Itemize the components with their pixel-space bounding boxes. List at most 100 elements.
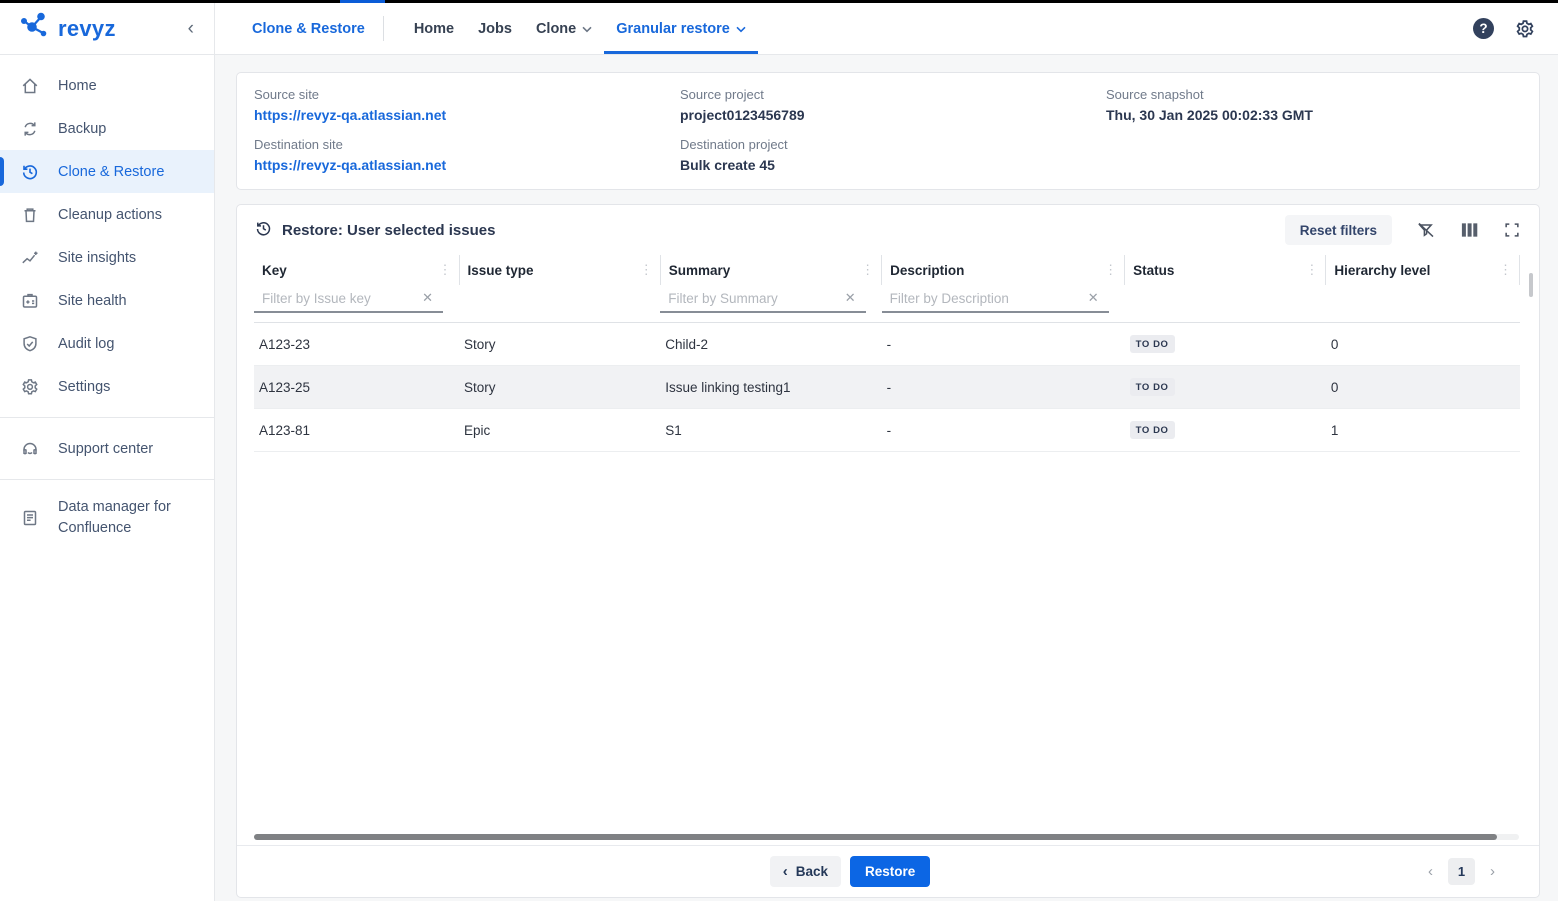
- help-icon[interactable]: ?: [1473, 18, 1494, 39]
- page-number[interactable]: 1: [1448, 858, 1475, 885]
- column-header-hierarchy-level: Hierarchy level ⋮: [1326, 255, 1520, 285]
- source-project-value: project0123456789: [680, 107, 1089, 123]
- description-filter-cell: ✕: [882, 285, 1125, 323]
- sidebar-item-cleanup-actions[interactable]: Cleanup actions: [0, 193, 214, 236]
- column-label: Issue type: [468, 263, 534, 278]
- header-actions: ?: [1473, 3, 1536, 54]
- browser-top-strip: [0, 0, 1558, 3]
- summary-filter: ✕: [660, 287, 865, 313]
- destination-site-link[interactable]: https://revyz-qa.atlassian.net: [254, 157, 663, 173]
- cell-hierarchy-level: 0: [1326, 323, 1520, 366]
- restore-button[interactable]: Restore: [850, 856, 930, 887]
- columns-icon[interactable]: [1460, 221, 1479, 239]
- cell-issue-type: Story: [459, 323, 660, 366]
- clear-filter-icon[interactable]: ✕: [1088, 290, 1099, 306]
- tab-bar: Home Jobs Clone Granular restore: [402, 3, 758, 54]
- cell-hierarchy-level: 0: [1326, 366, 1520, 409]
- sidebar-item-home[interactable]: Home: [0, 64, 214, 107]
- tab-granular-restore[interactable]: Granular restore: [604, 3, 758, 54]
- destination-project-value: Bulk create 45: [680, 157, 1089, 173]
- tab-clone[interactable]: Clone: [524, 3, 604, 54]
- column-menu-icon[interactable]: ⋮: [439, 262, 452, 278]
- sidebar-item-settings[interactable]: Settings: [0, 365, 214, 408]
- horizontal-scrollbar-thumb[interactable]: [254, 834, 1497, 840]
- chevron-down-icon: [582, 26, 592, 33]
- tab-home[interactable]: Home: [402, 3, 466, 54]
- table-card-footer: ‹ Back Restore ‹ 1 ›: [237, 845, 1539, 897]
- revyz-logo[interactable]: revyz: [17, 10, 116, 47]
- column-menu-icon[interactable]: ⋮: [1305, 262, 1318, 278]
- source-site-field: Source site https://revyz-qa.atlassian.n…: [254, 87, 663, 123]
- logo-text: revyz: [58, 16, 116, 42]
- summary-filter-input[interactable]: [668, 291, 839, 306]
- summary-filter-cell: ✕: [660, 285, 881, 323]
- sidebar-divider: [0, 479, 214, 480]
- sidebar-item-site-health[interactable]: Site health: [0, 279, 214, 322]
- reset-filters-button[interactable]: Reset filters: [1285, 215, 1392, 245]
- chevron-down-icon: [736, 26, 746, 33]
- sidebar-divider: [0, 417, 214, 418]
- table-row: A123-25 Story Issue linking testing1 - T…: [254, 366, 1520, 409]
- back-button[interactable]: ‹ Back: [770, 856, 841, 887]
- description-filter-input[interactable]: [890, 291, 1082, 306]
- column-menu-icon[interactable]: ⋮: [1499, 262, 1512, 278]
- tab-label: Clone: [536, 21, 576, 37]
- sidebar-item-support-center[interactable]: Support center: [0, 427, 214, 470]
- table-empty-space: [237, 452, 1539, 834]
- sidebar-item-site-insights[interactable]: Site insights: [0, 236, 214, 279]
- column-label: Hierarchy level: [1334, 263, 1430, 278]
- headset-icon: [19, 439, 41, 459]
- sidebar-collapse-button[interactable]: ‹: [184, 17, 198, 40]
- cell-summary: Child-2: [660, 323, 881, 366]
- clear-filter-icon[interactable]: ✕: [422, 290, 433, 306]
- status-badge: TO DO: [1130, 335, 1175, 353]
- column-menu-icon[interactable]: ⋮: [640, 262, 653, 278]
- page-next-icon[interactable]: ›: [1490, 863, 1495, 880]
- vertical-scrollbar-thumb[interactable]: [1529, 273, 1533, 297]
- column-menu-icon[interactable]: ⋮: [861, 262, 874, 278]
- destination-project-field: Destination project Bulk create 45: [680, 137, 1089, 173]
- document-icon: [19, 508, 41, 528]
- header-divider: [383, 16, 384, 41]
- cell-summary: Issue linking testing1: [660, 366, 881, 409]
- tab-jobs[interactable]: Jobs: [466, 3, 524, 54]
- backup-icon: [19, 119, 41, 139]
- key-filter-input[interactable]: [262, 291, 416, 306]
- sidebar-item-clone-restore[interactable]: Clone & Restore: [0, 150, 214, 193]
- sidebar-item-data-manager-confluence[interactable]: Data manager for Confluence: [0, 489, 214, 547]
- clear-filters-icon[interactable]: [1416, 220, 1436, 240]
- source-project-field: Source project project0123456789: [680, 87, 1089, 123]
- restore-info-panel: Source site https://revyz-qa.atlassian.n…: [236, 72, 1540, 190]
- key-filter-cell: ✕: [254, 285, 459, 323]
- fullscreen-icon[interactable]: [1503, 221, 1521, 239]
- cell-issue-type: Story: [459, 366, 660, 409]
- main-header: Clone & Restore Home Jobs Clone Granular…: [215, 3, 1558, 55]
- column-header-issue-type: Issue type ⋮: [459, 255, 660, 285]
- sidebar-item-audit-log[interactable]: Audit log: [0, 322, 214, 365]
- sidebar-item-label: Data manager for Confluence: [58, 497, 182, 539]
- sidebar-item-label: Cleanup actions: [58, 207, 162, 223]
- top-strip-accent: [340, 0, 385, 3]
- insights-icon: [19, 248, 41, 268]
- cell-summary: S1: [660, 409, 881, 452]
- main-area: Clone & Restore Home Jobs Clone Granular…: [215, 3, 1558, 901]
- column-label: Summary: [669, 263, 731, 278]
- column-label: Description: [890, 263, 964, 278]
- pagination: ‹ 1 ›: [1428, 858, 1495, 885]
- status-badge: TO DO: [1130, 378, 1175, 396]
- chevron-left-icon: ‹: [783, 864, 788, 879]
- column-menu-icon[interactable]: ⋮: [1104, 262, 1117, 278]
- destination-site-field: Destination site https://revyz-qa.atlass…: [254, 137, 663, 173]
- source-site-link[interactable]: https://revyz-qa.atlassian.net: [254, 107, 663, 123]
- info-col-snapshot: Source snapshot Thu, 30 Jan 2025 00:02:3…: [1089, 87, 1539, 173]
- settings-gear-icon[interactable]: [1514, 18, 1536, 40]
- sidebar-item-backup[interactable]: Backup: [0, 107, 214, 150]
- cell-description: -: [882, 366, 1125, 409]
- sidebar-item-label: Settings: [58, 379, 110, 395]
- clear-filter-icon[interactable]: ✕: [845, 290, 856, 306]
- column-label: Status: [1133, 263, 1174, 278]
- breadcrumb[interactable]: Clone & Restore: [252, 3, 365, 54]
- page-prev-icon[interactable]: ‹: [1428, 863, 1433, 880]
- table-row: A123-23 Story Child-2 - TO DO 0: [254, 323, 1520, 366]
- field-label: Source site: [254, 87, 663, 102]
